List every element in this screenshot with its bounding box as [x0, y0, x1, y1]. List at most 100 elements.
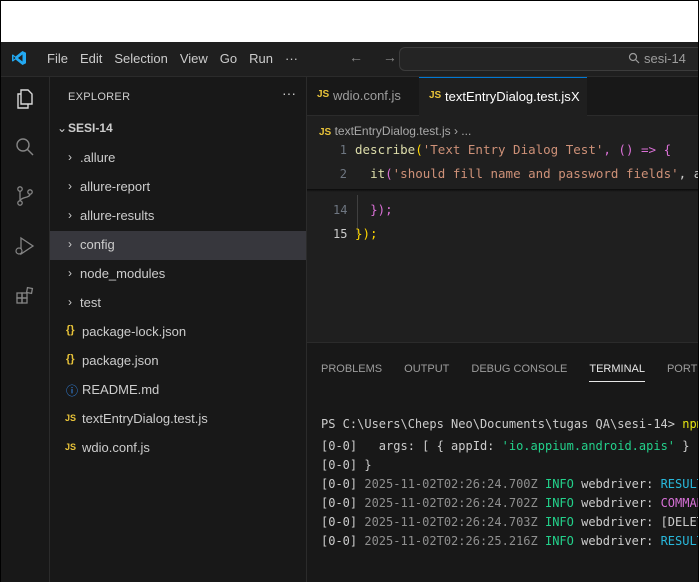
token-function: describe: [355, 142, 416, 157]
line-number: 1: [339, 143, 347, 157]
menu-selection[interactable]: Selection: [114, 51, 167, 66]
tree-file-text-entry-dialog-test[interactable]: JS textEntryDialog.test.js: [50, 405, 306, 434]
log-prefix: [0-0]: [321, 477, 358, 491]
title-bar: File Edit Selection View Go Run ··· ← → …: [1, 42, 698, 77]
chevron-down-icon: ⌄: [57, 121, 68, 135]
tree-item-label: package-lock.json: [82, 324, 187, 339]
menu-run[interactable]: Run: [249, 51, 273, 66]
tab-wdio-conf[interactable]: JS wdio.conf.js: [307, 77, 417, 115]
chevron-right-icon: ›: [68, 150, 72, 164]
tree-folder-test[interactable]: › test: [50, 289, 306, 318]
token-paren: (: [415, 142, 423, 157]
tree-folder-allure[interactable]: › .allure: [50, 144, 306, 173]
tree-folder-node-modules[interactable]: › node_modules: [50, 260, 306, 289]
command-center-search[interactable]: sesi-14: [399, 47, 698, 71]
tree-file-readme[interactable]: ⓘ README.md: [50, 376, 306, 405]
nav-arrows[interactable]: ← →: [349, 49, 405, 65]
tab-ports[interactable]: PORTS: [667, 363, 698, 382]
log-keyword: RESULT: [660, 534, 698, 548]
js-file-icon: JS: [317, 89, 330, 100]
bottom-panel: PROBLEMS OUTPUT DEBUG CONSOLE TERMINAL P…: [307, 342, 698, 582]
explorer-icon[interactable]: [13, 87, 37, 111]
log-time: 2025-11-02T02:26:24.703Z: [357, 515, 545, 529]
tree-file-wdio-conf[interactable]: JS wdio.conf.js: [50, 434, 306, 463]
editor-area: JS wdio.conf.js JS textEntryDialog.test.…: [307, 77, 698, 342]
tab-problems[interactable]: PROBLEMS: [321, 363, 382, 382]
explorer-title: EXPLORER: [68, 91, 131, 103]
tree-item-label: wdio.conf.js: [82, 440, 150, 455]
tree-item-label: textEntryDialog.test.js: [82, 411, 208, 426]
chevron-right-icon: ›: [68, 266, 72, 280]
log-level: INFO: [544, 515, 574, 529]
tree-folder-allure-report[interactable]: › allure-report: [50, 173, 306, 202]
js-file-icon: JS: [319, 127, 332, 138]
tree-file-package-json[interactable]: {} package.json: [50, 347, 306, 376]
log-prefix: [0-0]: [321, 458, 358, 472]
log-prefix: [0-0]: [321, 534, 358, 548]
tab-label: wdio.conf.js: [333, 88, 401, 103]
tab-output[interactable]: OUTPUT: [404, 363, 449, 382]
terminal-line: [0-0] 2025-11-02T02:26:24.703Z INFO webd…: [321, 515, 698, 529]
token-function: it: [370, 166, 386, 181]
search-icon: [628, 52, 640, 64]
tab-close-button[interactable]: X: [571, 89, 580, 104]
line-number: 2: [339, 167, 347, 181]
log-level: INFO: [544, 496, 574, 510]
extensions-icon[interactable]: [13, 283, 37, 307]
chevron-right-icon: ›: [68, 237, 72, 251]
tree-item-label: allure-results: [80, 208, 155, 223]
search-icon[interactable]: [13, 135, 37, 159]
tab-text-entry-dialog-test[interactable]: JS textEntryDialog.test.js X: [419, 77, 587, 116]
search-text: sesi-14: [644, 51, 686, 66]
menu-file[interactable]: File: [47, 51, 68, 66]
token-rest: , async: [678, 166, 698, 181]
workspace-root-label: SESI-14: [68, 121, 113, 135]
source-control-icon[interactable]: [13, 184, 37, 208]
log-time: 2025-11-02T02:26:25.216Z: [357, 534, 545, 548]
run-debug-icon[interactable]: [13, 234, 37, 258]
activity-bar: [1, 77, 50, 582]
explorer-sidebar: EXPLORER ··· ⌄ SESI-14 › .allure › allur…: [50, 77, 307, 582]
token-paren: (: [385, 166, 393, 181]
vscode-window: File Edit Selection View Go Run ··· ← → …: [1, 42, 698, 582]
log-time: 2025-11-02T02:26:24.702Z: [357, 496, 545, 510]
tree-item-label: README.md: [82, 382, 160, 397]
js-file-icon: JS: [65, 413, 77, 423]
explorer-more-button[interactable]: ···: [282, 85, 296, 101]
menu-more[interactable]: ···: [285, 51, 298, 66]
terminal-line: [0-0] args: [ { appId: 'io.appium.androi…: [321, 439, 698, 453]
info-icon: ⓘ: [66, 384, 79, 398]
vscode-logo-icon: [12, 51, 26, 65]
tab-terminal[interactable]: TERMINAL: [589, 363, 645, 382]
sticky-scroll-shadow: [307, 189, 698, 192]
log-keyword: COMMAND: [660, 496, 698, 510]
tab-debug-console[interactable]: DEBUG CONSOLE: [471, 363, 567, 382]
breadcrumb[interactable]: JS textEntryDialog.test.js › ...: [319, 124, 471, 138]
tree-folder-config[interactable]: › config: [50, 231, 306, 260]
menu-edit[interactable]: Edit: [80, 51, 102, 66]
chevron-right-icon: ›: [68, 208, 72, 222]
panel-tabs: PROBLEMS OUTPUT DEBUG CONSOLE TERMINAL P…: [321, 363, 698, 382]
terminal-prompt-line: PS C:\Users\Cheps Neo\Documents\tugas QA…: [321, 417, 698, 431]
code-line-2: it('should fill name and password fields…: [355, 166, 698, 181]
tree-item-label: package.json: [82, 353, 159, 368]
menu-go[interactable]: Go: [220, 51, 237, 66]
workspace-root[interactable]: ⌄ SESI-14: [50, 115, 306, 144]
terminal-line: [0-0] }: [321, 458, 372, 472]
line-number: 14: [333, 203, 348, 217]
editor-tabs: JS wdio.conf.js JS textEntryDialog.test.…: [307, 77, 698, 116]
log-source: webdriver:: [573, 515, 661, 529]
json-file-icon: {}: [66, 353, 75, 365]
menu-view[interactable]: View: [180, 51, 208, 66]
line-number: 15: [333, 227, 348, 241]
menu-bar: File Edit Selection View Go Run ···: [47, 51, 310, 66]
tree-folder-allure-results[interactable]: › allure-results: [50, 202, 306, 231]
token-rest: });: [370, 202, 393, 217]
tree-file-package-lock-json[interactable]: {} package-lock.json: [50, 318, 306, 347]
tab-label: textEntryDialog.test.js: [445, 89, 571, 104]
log-source: webdriver:: [573, 477, 661, 491]
log-level: INFO: [544, 477, 574, 491]
terminal-command: npm run: [682, 417, 698, 431]
